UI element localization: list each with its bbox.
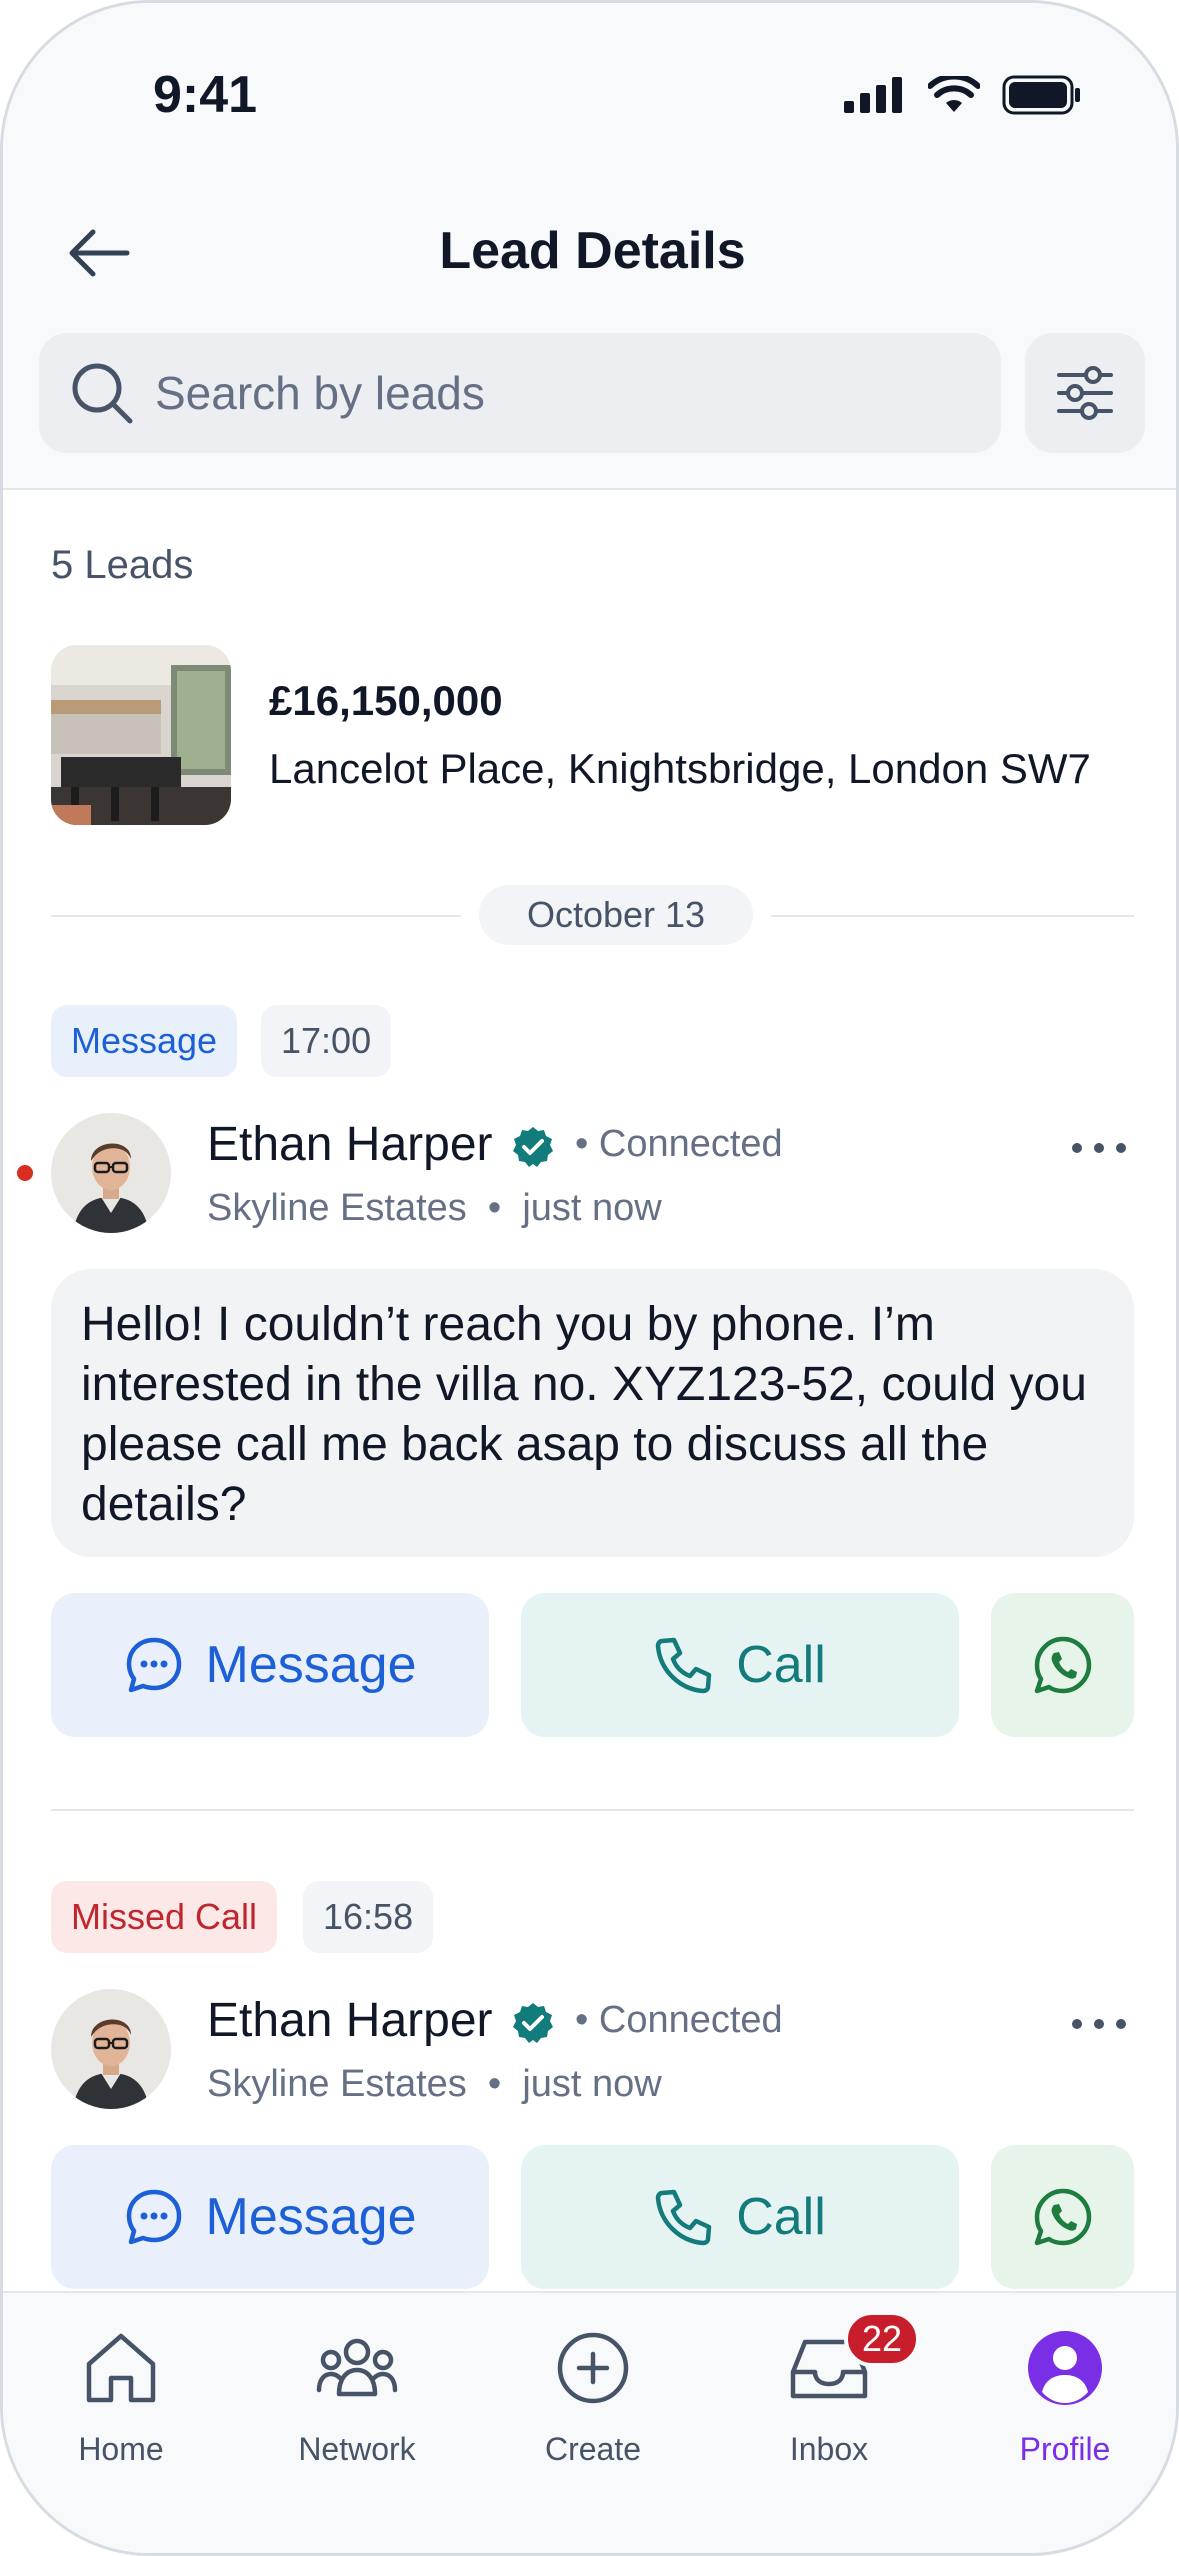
tab-label: Profile	[1019, 2431, 1111, 2467]
page-title: Lead Details	[439, 222, 746, 280]
date-divider: October 13	[51, 885, 1134, 945]
signal-icon	[844, 77, 902, 113]
call-button-label: Call	[736, 1636, 826, 1694]
header-area: 9:41 Lead Details	[3, 3, 1176, 490]
contact-subtitle: Skyline Estates • just now	[207, 1187, 662, 1229]
property-address: Lancelot Place, Knightsbridge, London SW…	[269, 745, 1091, 792]
home-icon	[76, 2323, 166, 2413]
more-dots-icon	[1072, 2019, 1126, 2029]
tab-label: Create	[544, 2431, 642, 2467]
tab-network[interactable]: Network	[239, 2323, 475, 2468]
whatsapp-icon	[1034, 2188, 1091, 2246]
divider-line	[51, 915, 461, 917]
date-label: October 13	[479, 885, 753, 945]
search-bar[interactable]	[39, 333, 1001, 453]
lead-type-tag: Message	[51, 1005, 238, 1077]
message-button-label: Message	[205, 2188, 417, 2246]
whatsapp-icon	[1034, 1636, 1091, 1694]
contact-time: just now	[522, 1187, 662, 1229]
search-icon	[67, 358, 137, 428]
message-button[interactable]: Message	[51, 2145, 489, 2289]
lead-message-bubble: Hello! I couldn’t reach you by phone. I’…	[51, 1269, 1134, 1557]
inbox-icon: 22	[784, 2311, 920, 2413]
chat-bubble-icon	[126, 2189, 181, 2245]
verified-icon	[511, 2001, 555, 2045]
bottom-tab-bar: Home Network Create 22 Inbox Profile	[3, 2291, 1176, 2553]
contact-name[interactable]: Ethan Harper	[207, 1993, 493, 2048]
lead-count: 5 Leads	[51, 543, 194, 587]
lead-contact[interactable]: Ethan Harper • Connected Skyline Estates…	[51, 1989, 1134, 2109]
more-dots-icon	[1072, 1143, 1126, 1153]
more-options-button[interactable]	[1064, 1123, 1134, 1173]
search-input[interactable]	[155, 366, 975, 420]
tab-profile[interactable]: Profile	[947, 2323, 1176, 2468]
property-thumbnail	[51, 645, 231, 825]
tab-label: Inbox	[789, 2431, 869, 2467]
sliders-icon	[1057, 366, 1113, 420]
chat-bubble-icon	[126, 1637, 181, 1693]
tab-label: Network	[298, 2431, 416, 2467]
unread-indicator	[17, 1165, 33, 1181]
call-button[interactable]: Call	[521, 2145, 959, 2289]
avatar[interactable]	[51, 1113, 171, 1233]
contact-name[interactable]: Ethan Harper	[207, 1117, 493, 1172]
profile-icon	[1020, 2323, 1110, 2413]
call-button[interactable]: Call	[521, 1593, 959, 1737]
avatar[interactable]	[51, 1989, 171, 2109]
lead-separator	[51, 1809, 1134, 1811]
lead-contact[interactable]: Ethan Harper • Connected Skyline Estates…	[17, 1113, 1134, 1233]
tab-inbox[interactable]: 22 Inbox	[711, 2311, 947, 2468]
divider-line	[771, 915, 1134, 917]
property-card[interactable]: £16,150,000 Lancelot Place, Knightsbridg…	[51, 645, 1091, 825]
tab-label: Home	[78, 2431, 164, 2467]
network-icon	[312, 2323, 402, 2413]
contact-company: Skyline Estates	[207, 1187, 467, 1229]
plus-circle-icon	[548, 2323, 638, 2413]
battery-icon	[1002, 75, 1080, 115]
tab-home[interactable]: Home	[3, 2323, 239, 2468]
message-button-label: Message	[205, 1636, 417, 1694]
phone-screen: 9:41 Lead Details Search by leads 5 Lead…	[0, 0, 1179, 2556]
whatsapp-button[interactable]	[991, 2145, 1134, 2289]
connection-status: • Connected	[575, 1999, 783, 2041]
call-button-label: Call	[736, 2188, 826, 2246]
inbox-badge: 22	[844, 2311, 920, 2367]
message-button[interactable]: Message	[51, 1593, 489, 1737]
connection-status-label: Connected	[598, 1123, 783, 1165]
phone-icon	[655, 1637, 712, 1694]
lead-type-tag: Missed Call	[51, 1881, 278, 1953]
filter-button[interactable]	[1025, 333, 1145, 453]
status-time: 9:41	[153, 66, 258, 124]
tab-create[interactable]: Create	[475, 2323, 711, 2468]
contact-company: Skyline Estates	[207, 2063, 467, 2105]
lead-time-tag: 16:58	[303, 1881, 434, 1953]
contact-time: just now	[522, 2063, 662, 2105]
property-price: £16,150,000	[269, 677, 503, 724]
connection-status-label: Connected	[598, 1999, 783, 2041]
wifi-icon	[928, 76, 980, 112]
more-options-button[interactable]	[1064, 1999, 1134, 2049]
status-icons	[844, 75, 1082, 115]
lead-time-tag: 17:00	[261, 1005, 392, 1077]
connection-status: • Connected	[575, 1123, 783, 1165]
whatsapp-button[interactable]	[991, 1593, 1134, 1737]
phone-icon	[655, 2189, 712, 2246]
contact-subtitle: Skyline Estates • just now	[207, 2063, 662, 2105]
verified-icon	[511, 1125, 555, 1169]
